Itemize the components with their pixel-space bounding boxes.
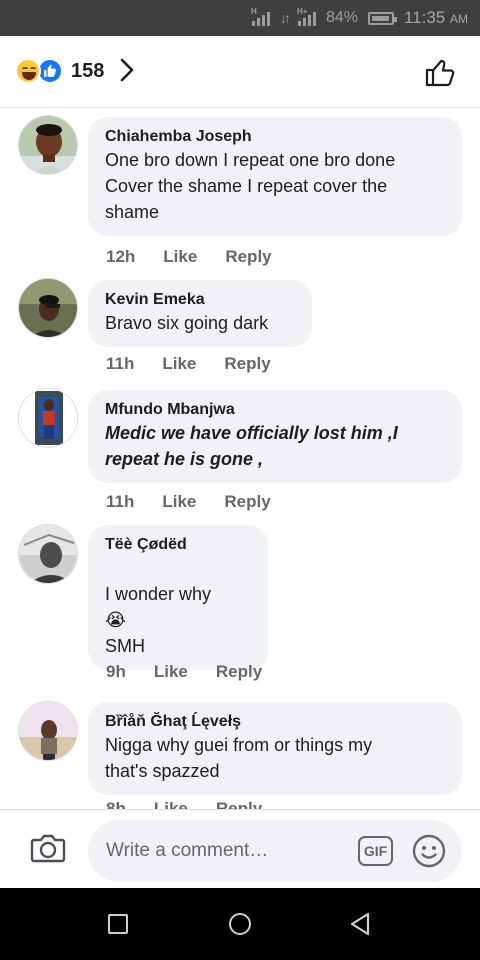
clock: 11:35 AM <box>404 8 468 28</box>
battery-percent: 84% <box>325 9 358 26</box>
reply-link[interactable]: Reply <box>216 799 262 809</box>
comment-author[interactable]: Chiahemba Joseph <box>105 127 445 147</box>
chevron-right-icon[interactable] <box>118 57 136 83</box>
comment-item: Chiahemba Joseph One bro down I repeat o… <box>0 115 480 267</box>
gif-button[interactable]: GIF <box>358 836 393 866</box>
comment-actions: 12h Like Reply <box>106 247 272 267</box>
comment-actions: 11h Like Reply <box>106 354 271 374</box>
data-arrows-icon: ↓↑ <box>279 10 291 26</box>
clock-ampm: AM <box>450 12 468 26</box>
recent-apps-icon[interactable] <box>108 914 128 934</box>
comment-text: Nigga why guei from or things my that's … <box>105 735 373 781</box>
comment-text: One bro down I repeat one bro done Cover… <box>105 150 396 222</box>
avatar[interactable] <box>18 701 78 761</box>
comment-time[interactable]: 8h <box>106 799 126 809</box>
signal-h-icon: H <box>251 7 270 26</box>
comments-list[interactable]: Chiahemba Joseph One bro down I repeat o… <box>0 109 480 809</box>
reaction-count[interactable]: 158 <box>71 60 104 83</box>
comment-bubble[interactable]: Bȑîåň Ğhaţ Ĺęvełş Nigga why guei from or… <box>88 702 462 795</box>
comment-text: Bravo six going dark <box>105 313 269 333</box>
clock-time: 11:35 <box>403 8 446 27</box>
comments-sheet: 158 Chiahemba Joseph One bro down I repe… <box>0 36 480 888</box>
comment-bubble[interactable]: Chiahemba Joseph One bro down I repeat o… <box>88 117 462 236</box>
comment-item: Kevin Emeka Bravo six going dark 11h Lik… <box>0 278 480 378</box>
emoji-icon[interactable] <box>412 834 446 868</box>
like-link[interactable]: Like <box>162 354 196 374</box>
battery-icon <box>367 11 397 25</box>
status-bar: H ↓↑ H+ 84% 11:35 AM <box>0 0 480 36</box>
comment-composer: GIF <box>0 809 480 888</box>
comment-text-line: SMH <box>105 636 145 656</box>
comment-time[interactable]: 9h <box>106 662 126 682</box>
reply-link[interactable]: Reply <box>225 247 271 267</box>
comment-actions: 9h Like Reply <box>106 662 262 682</box>
comment-author[interactable]: Mfundo Mbanjwa <box>105 400 445 420</box>
comment-bubble[interactable]: Kevin Emeka Bravo six going dark <box>88 280 312 347</box>
comment-author[interactable]: Tëè Çødëd <box>105 535 251 555</box>
reply-link[interactable]: Reply <box>224 492 270 512</box>
reply-link[interactable]: Reply <box>216 662 262 682</box>
avatar[interactable] <box>18 524 78 584</box>
crying-emoji-icon: 😭 <box>105 610 127 630</box>
like-link[interactable]: Like <box>154 662 188 682</box>
comment-author[interactable]: Kevin Emeka <box>105 290 295 310</box>
like-link[interactable]: Like <box>154 799 188 809</box>
like-link[interactable]: Like <box>162 492 196 512</box>
signal-h-plus-icon: H+ <box>297 7 316 26</box>
comment-item: Tëè Çødëd I wonder why 😭 SMH 9h Like Rep… <box>0 524 480 681</box>
comment-time[interactable]: 11h <box>106 492 134 512</box>
like-link[interactable]: Like <box>163 247 197 267</box>
comment-text: I wonder why 😭 <box>105 555 251 633</box>
comment-text: Medic we have officially lost him ,I rep… <box>105 423 398 469</box>
comment-author[interactable]: Bȑîåň Ğhaţ Ĺęvełş <box>105 712 445 732</box>
home-icon[interactable] <box>229 913 251 935</box>
comment-time[interactable]: 12h <box>106 247 135 267</box>
haha-reaction-icon <box>15 58 41 84</box>
back-icon[interactable] <box>348 911 372 937</box>
reply-link[interactable]: Reply <box>224 354 270 374</box>
comment-actions: 11h Like Reply <box>106 492 271 512</box>
comment-input[interactable] <box>88 820 462 882</box>
comment-bubble[interactable]: Mfundo Mbanjwa Medic we have officially … <box>88 390 462 483</box>
reactions-header[interactable]: 158 <box>0 36 480 108</box>
comment-time[interactable]: 11h <box>106 354 134 374</box>
avatar[interactable] <box>18 278 78 338</box>
comment-text-line: I wonder why <box>105 584 212 604</box>
navigation-bar <box>0 888 480 960</box>
comment-item: Bȑîåň Ğhaţ Ĺęvełş Nigga why guei from or… <box>0 701 480 809</box>
comment-bubble[interactable]: Tëè Çødëd I wonder why 😭 SMH <box>88 525 268 670</box>
comment-item: Mfundo Mbanjwa Medic we have officially … <box>0 388 480 518</box>
avatar[interactable] <box>18 115 78 175</box>
thumbs-up-icon[interactable] <box>424 56 456 88</box>
comment-actions: 8h Like Reply <box>106 799 262 809</box>
camera-icon[interactable] <box>30 832 66 864</box>
avatar[interactable] <box>18 388 78 448</box>
